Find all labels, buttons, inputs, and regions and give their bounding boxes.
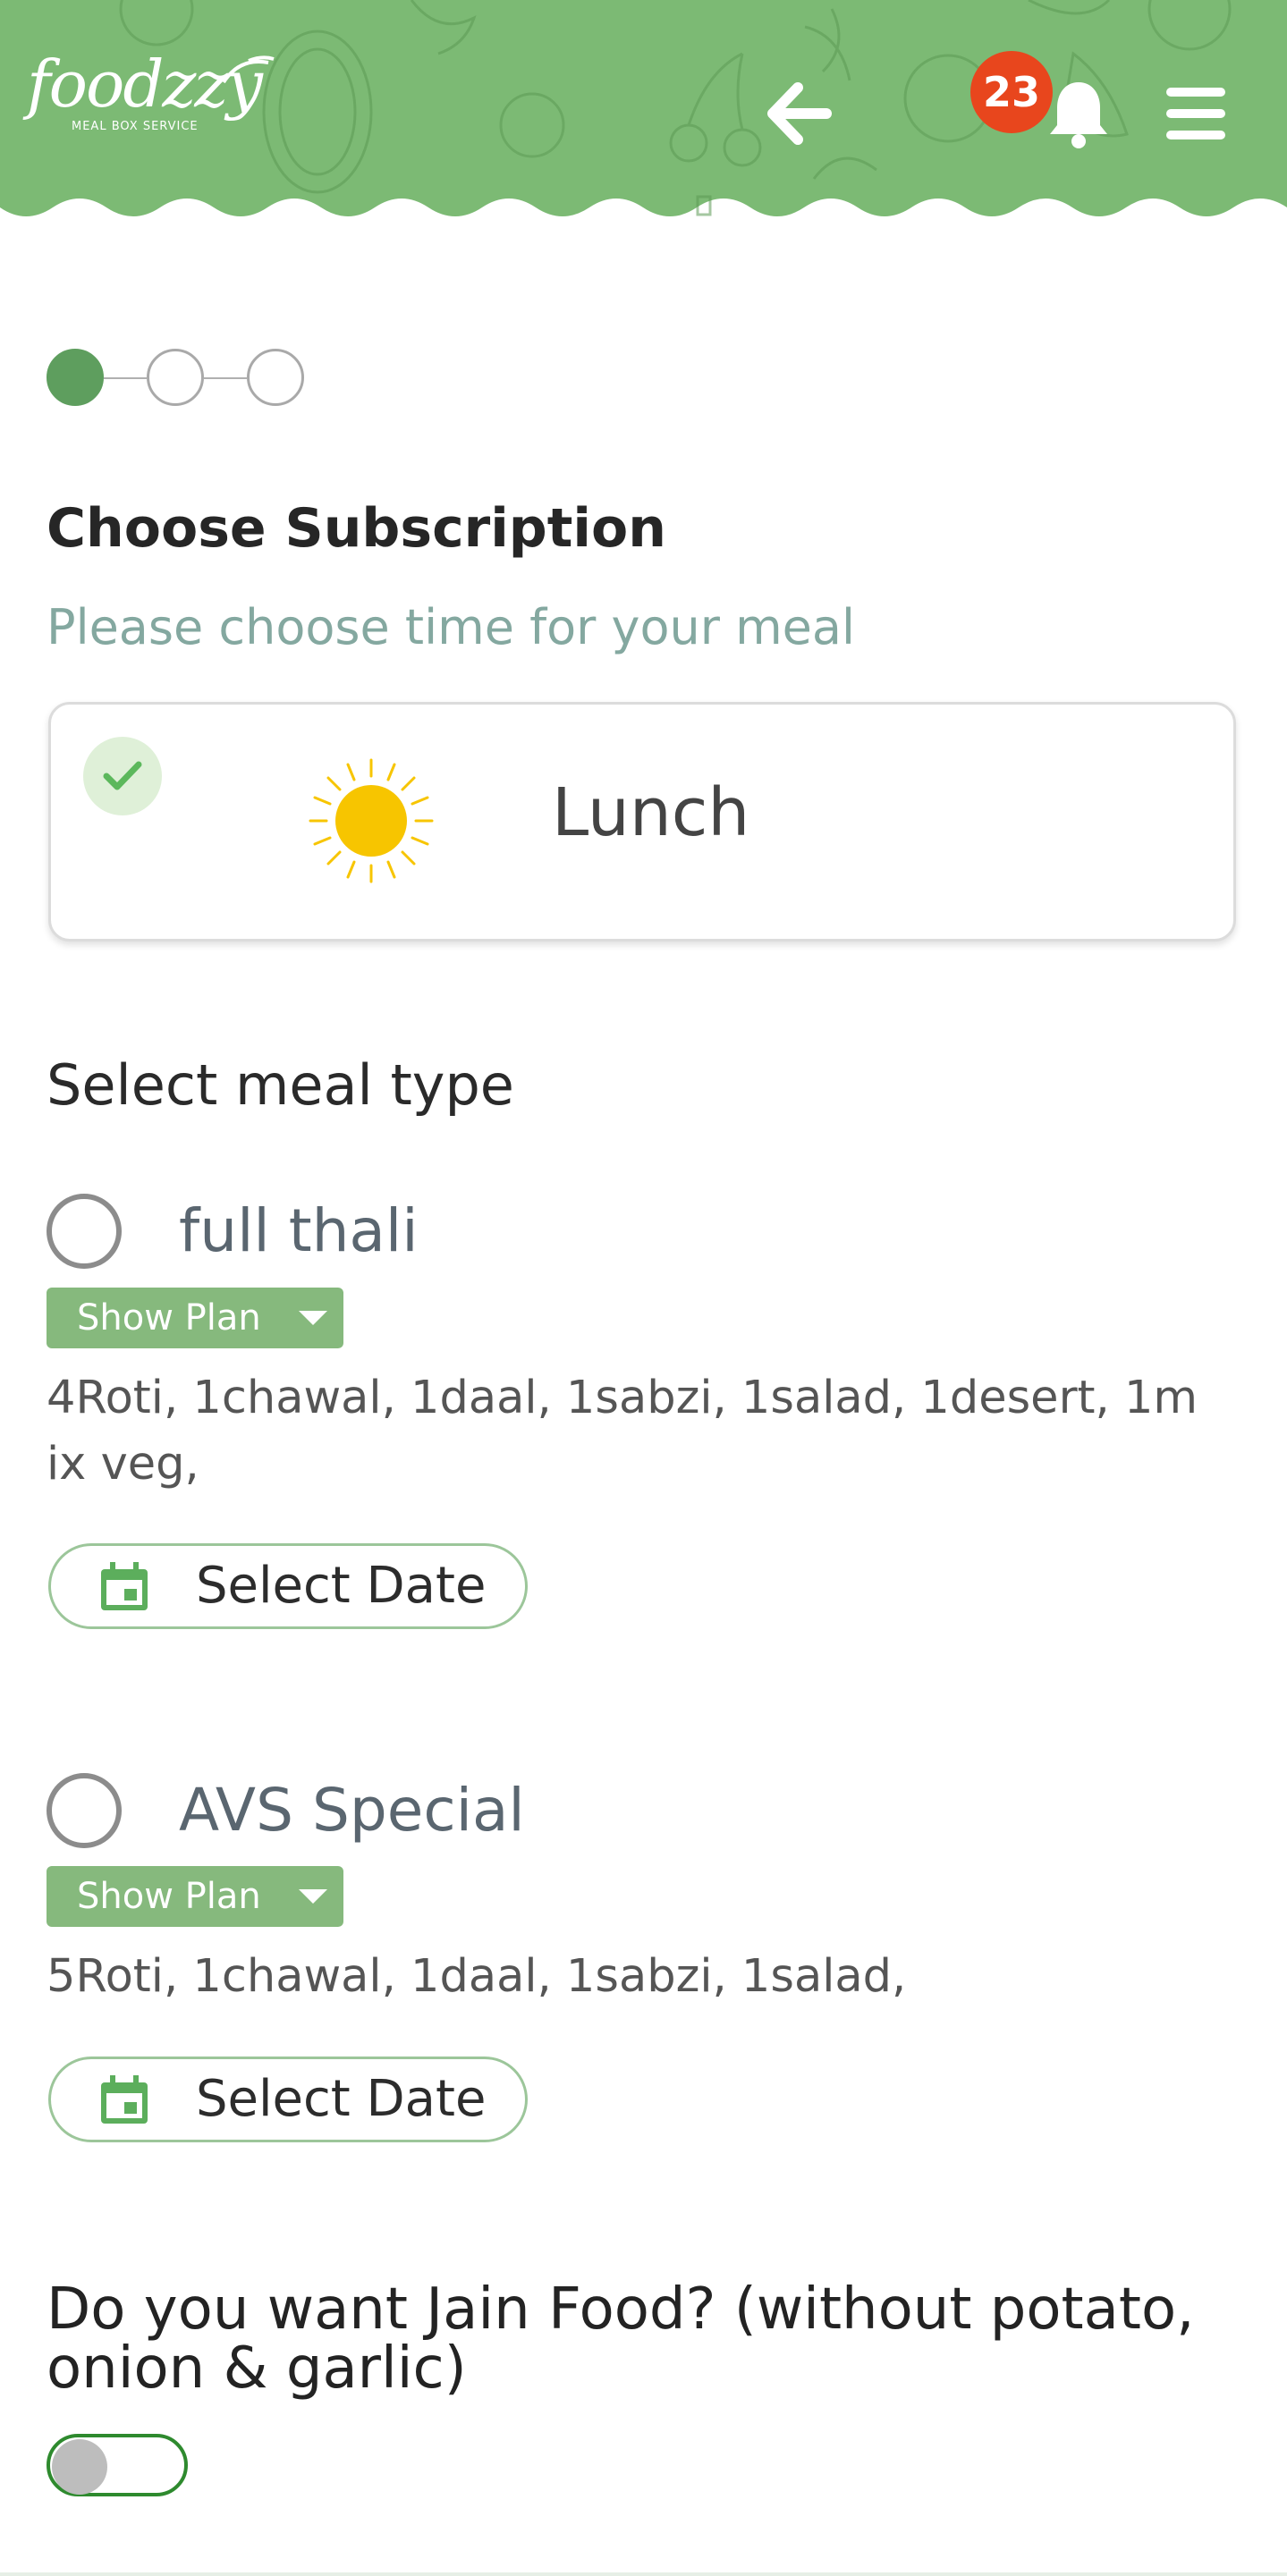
show-plan-label: Show Plan	[77, 1297, 261, 1339]
step-connector	[204, 377, 247, 379]
meal-time-label: Lunch	[552, 774, 750, 851]
notification-count-badge: 23	[970, 51, 1053, 133]
meal-option-name: full thali	[179, 1196, 419, 1265]
calendar-icon	[101, 1562, 148, 1610]
page-title: Choose Subscription	[47, 497, 666, 560]
select-date-label: Select Date	[196, 2070, 487, 2128]
toggle-knob	[52, 2439, 107, 2495]
bottom-divider	[0, 2572, 1287, 2576]
meal-plan-description: 5Roti, 1chawal, 1daal, 1sabzi, 1salad,	[47, 1950, 907, 2003]
selected-check-badge	[83, 737, 162, 815]
caret-down-icon	[299, 1889, 327, 1904]
meal-option-radio-full-thali[interactable]	[47, 1194, 122, 1269]
step-3-indicator	[247, 349, 304, 406]
select-date-button[interactable]: Select Date	[48, 2057, 528, 2142]
logo-swoosh-icon	[222, 55, 275, 84]
bell-icon	[1050, 82, 1107, 148]
hamburger-menu-icon	[1166, 88, 1225, 139]
checkmark-icon	[103, 761, 142, 790]
caret-down-icon	[299, 1311, 327, 1325]
logo-tagline: MEAL BOX SERVICE	[72, 120, 199, 133]
meal-option-radio-avs-special[interactable]	[47, 1773, 122, 1848]
progress-stepper	[47, 349, 315, 411]
meal-type-heading: Select meal type	[47, 1052, 514, 1118]
step-2-indicator	[147, 349, 204, 406]
menu-button[interactable]	[1164, 86, 1227, 145]
page-subtitle: Please choose time for your meal	[47, 599, 855, 655]
meal-time-card-lunch[interactable]: Lunch	[48, 702, 1236, 942]
calendar-icon	[101, 2075, 148, 2124]
app-header: foodzzy MEAL BOX SERVICE 23	[0, 0, 1287, 224]
meal-option-name: AVS Special	[179, 1776, 525, 1845]
show-plan-button[interactable]: Show Plan	[47, 1288, 343, 1348]
step-connector	[104, 377, 147, 379]
select-date-label: Select Date	[196, 1557, 487, 1615]
notifications-button[interactable]	[1046, 77, 1111, 152]
meal-plan-description: 4Roti, 1chawal, 1daal, 1sabzi, 1salad, 1…	[47, 1372, 1198, 1491]
back-button[interactable]	[767, 82, 832, 148]
arrow-left-icon	[767, 82, 832, 145]
brand-logo[interactable]: foodzzy MEAL BOX SERVICE	[27, 52, 275, 133]
select-date-button[interactable]: Select Date	[48, 1543, 528, 1629]
jain-food-toggle[interactable]	[47, 2434, 188, 2496]
sun-icon	[309, 758, 434, 883]
jain-food-question: Do you want Jain Food? (without potato, …	[47, 2276, 1195, 2402]
step-1-indicator	[47, 349, 104, 406]
show-plan-button[interactable]: Show Plan	[47, 1866, 343, 1927]
show-plan-label: Show Plan	[77, 1876, 261, 1917]
